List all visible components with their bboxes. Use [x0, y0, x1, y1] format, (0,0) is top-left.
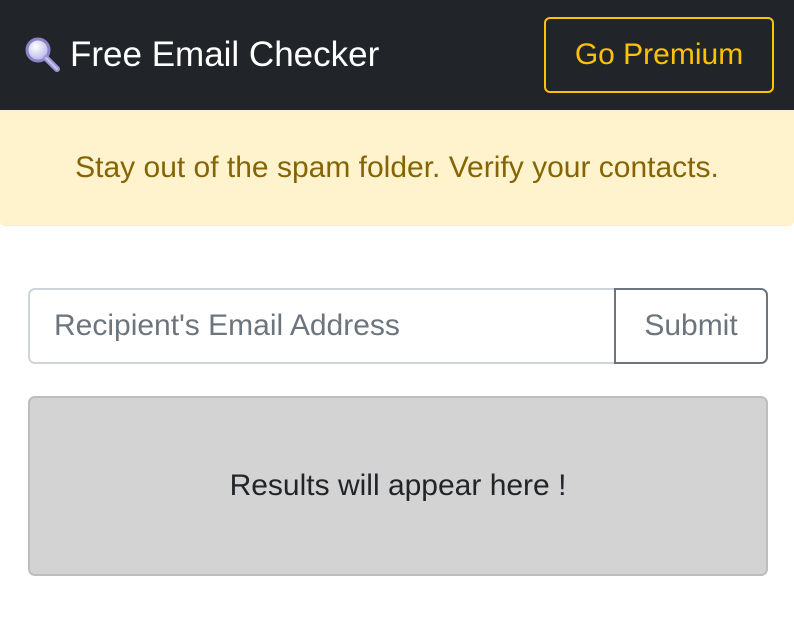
go-premium-button[interactable]: Go Premium: [544, 17, 774, 93]
alert-message: Stay out of the spam folder. Verify your…: [75, 150, 719, 184]
top-navbar: Free Email Checker Go Premium: [0, 0, 794, 110]
submit-button[interactable]: Submit: [614, 288, 768, 364]
results-message: Results will appear here !: [229, 469, 567, 502]
brand-link[interactable]: Free Email Checker: [22, 35, 379, 75]
magnifier-icon: [22, 35, 62, 75]
info-alert: Stay out of the spam folder. Verify your…: [0, 110, 794, 226]
results-panel: Results will appear here !: [28, 396, 768, 576]
email-input[interactable]: [28, 288, 614, 364]
brand-title: Free Email Checker: [70, 35, 380, 74]
email-check-form: Submit: [28, 288, 768, 364]
